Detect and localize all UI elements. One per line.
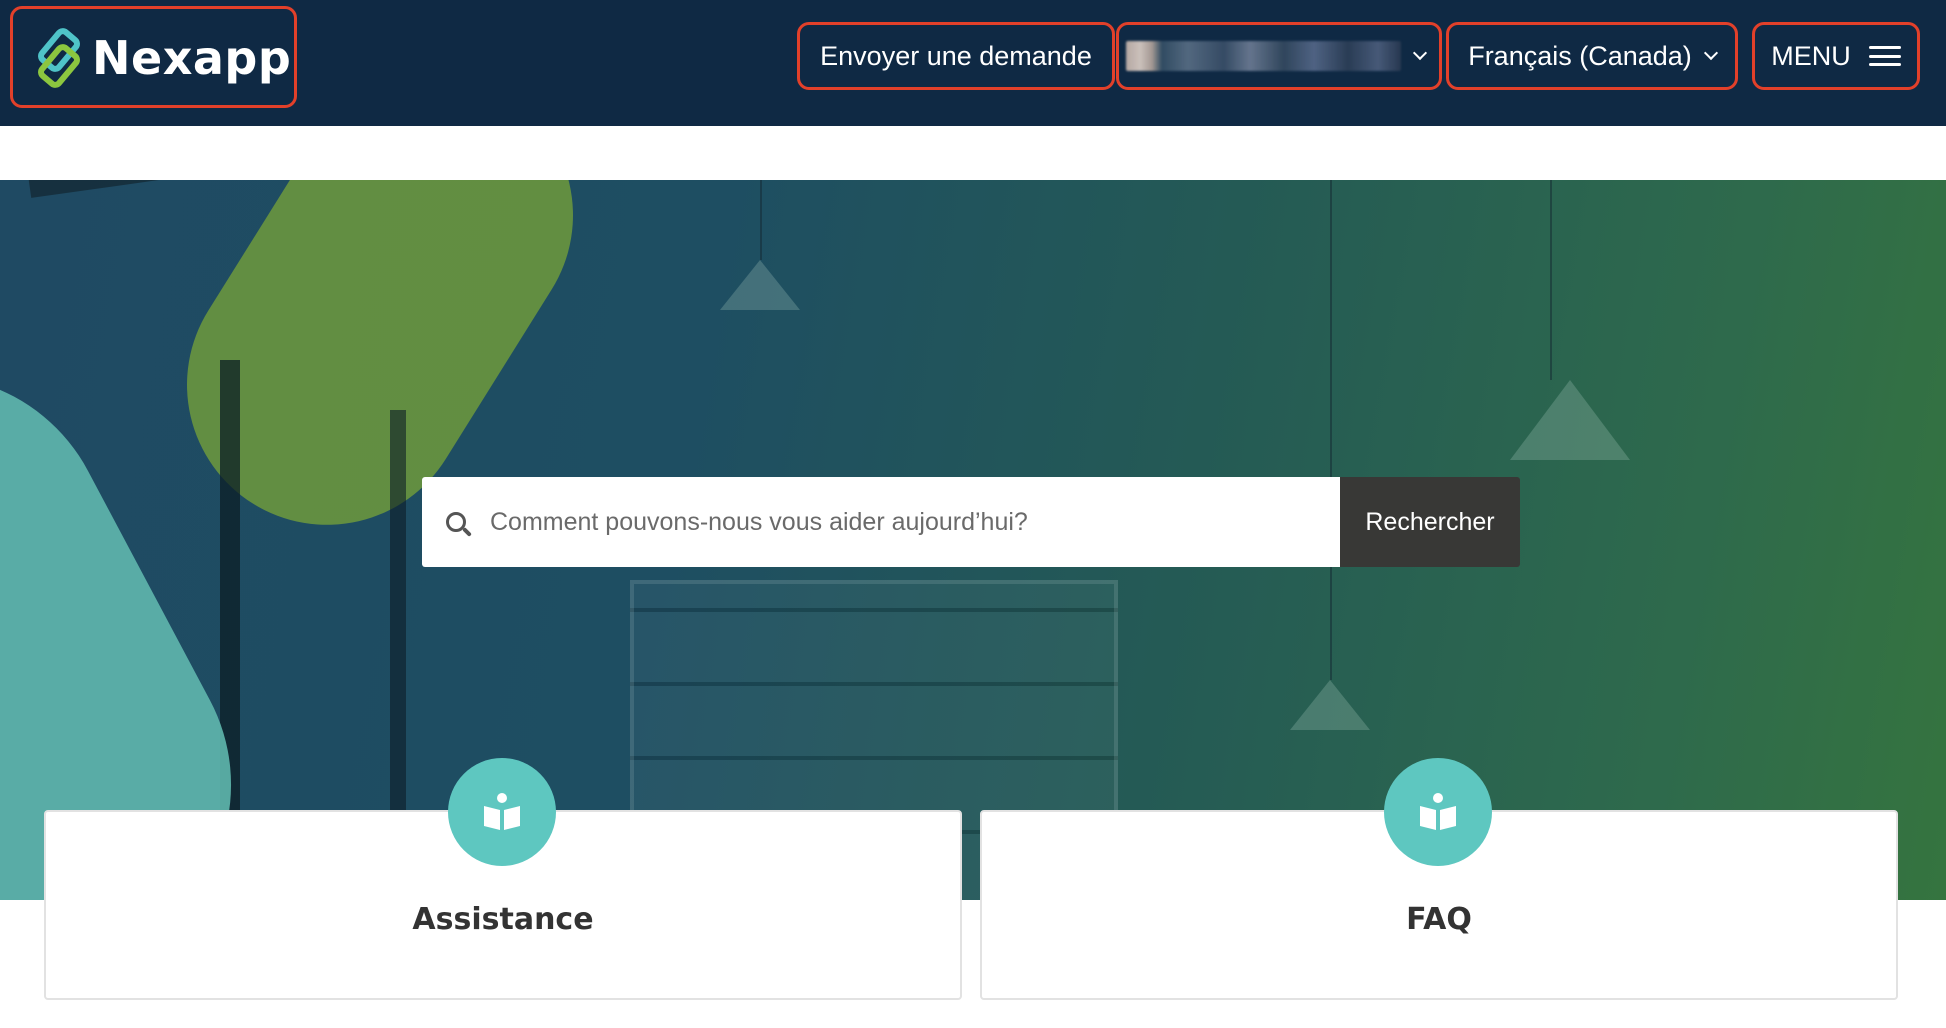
nexapp-logo[interactable]: Nexapp: [34, 28, 291, 88]
search-icon: [446, 512, 466, 532]
language-selector[interactable]: Français (Canada): [1446, 22, 1738, 90]
nexapp-logo-icon: [38, 28, 80, 88]
card-icon-circle: [448, 758, 556, 866]
card-icon-circle: [1384, 758, 1492, 866]
menu-button[interactable]: MENU: [1752, 22, 1920, 90]
open-book-icon: [1420, 793, 1456, 830]
chevron-down-icon: [1703, 45, 1718, 61]
hamburger-icon: [1868, 46, 1901, 66]
top-navigation-bar: Nexapp Envoyer une demande Français (Can…: [0, 0, 1946, 126]
lamp-cord: [1550, 180, 1552, 380]
background-lamp: [1290, 680, 1370, 730]
card-title: Assistance: [412, 902, 594, 937]
card-title: FAQ: [1406, 902, 1472, 937]
open-book-icon: [484, 793, 520, 830]
lamp-cord: [1330, 180, 1332, 680]
chevron-down-icon: [1412, 45, 1428, 61]
submit-request-link[interactable]: Envoyer une demande: [797, 22, 1115, 90]
search-button[interactable]: Rechercher: [1340, 477, 1520, 567]
logo-text: Nexapp: [92, 31, 292, 85]
background-lamp: [1510, 380, 1630, 460]
search-field[interactable]: [422, 477, 1340, 567]
blurred-user-name: [1126, 41, 1401, 71]
user-account-dropdown[interactable]: [1116, 22, 1442, 90]
menu-label: MENU: [1771, 40, 1851, 71]
search-input[interactable]: [488, 506, 1312, 538]
submit-request-label: Envoyer une demande: [820, 40, 1092, 71]
language-label: Français (Canada): [1468, 40, 1692, 71]
lamp-cord: [760, 180, 762, 260]
search-bar: Rechercher: [422, 477, 1520, 567]
background-lamp: [720, 260, 800, 310]
